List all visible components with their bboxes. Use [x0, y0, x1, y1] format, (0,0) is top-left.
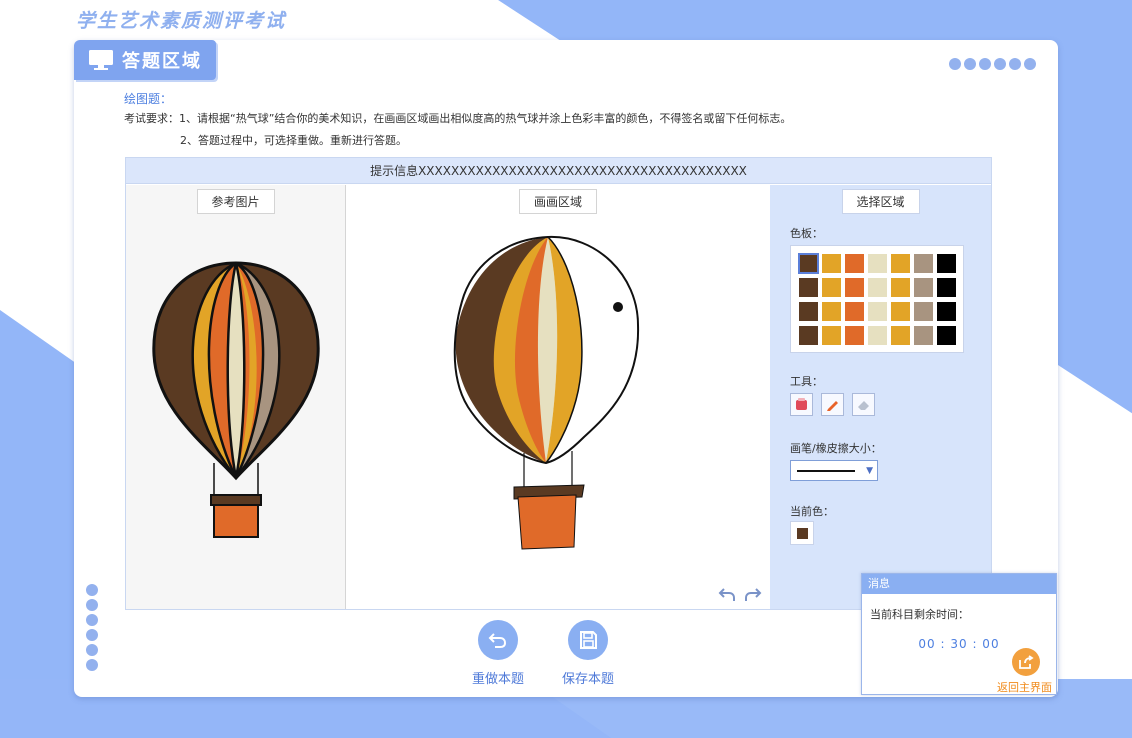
palette-swatch[interactable] — [822, 326, 841, 345]
palette-swatch[interactable] — [914, 254, 933, 273]
save-disk-icon — [580, 631, 598, 649]
dot-icon — [964, 58, 976, 70]
palette-swatch[interactable] — [798, 253, 819, 274]
palette-swatch[interactable] — [891, 302, 910, 321]
redo-icon[interactable] — [744, 585, 762, 603]
eraser-icon — [858, 401, 869, 410]
pencil-icon — [827, 401, 838, 411]
palette-swatch[interactable] — [937, 278, 956, 297]
palette-swatch[interactable] — [868, 302, 887, 321]
action-group: 重做本题 保存本题 — [472, 620, 614, 687]
redo-question-button[interactable]: 重做本题 — [472, 620, 524, 687]
app-title: 学生艺术素质测评考试 — [76, 10, 287, 32]
palette-swatch[interactable] — [868, 326, 887, 345]
current-color-swatch — [790, 521, 814, 545]
current-color-label: 当前色： — [790, 505, 834, 518]
palette-swatch[interactable] — [891, 278, 910, 297]
reference-label: 参考图片 — [196, 189, 275, 214]
section-title: 答题区域 — [122, 51, 202, 72]
brush-size-label: 画笔/橡皮擦大小： — [790, 442, 882, 455]
fill-bucket-icon — [796, 398, 807, 410]
redo-circle — [478, 620, 518, 660]
palette-swatch[interactable] — [799, 326, 818, 345]
message-panel: 消息 当前科目剩余时间： 00 : 30 : 00 返回主界面 — [861, 573, 1057, 695]
palette-swatch[interactable] — [845, 302, 864, 321]
palette-swatch[interactable] — [937, 302, 956, 321]
dot-icon — [86, 584, 98, 596]
drawing-canvas[interactable]: 画画区域 — [346, 185, 770, 609]
palette-swatch[interactable] — [822, 302, 841, 321]
return-home-label[interactable]: 返回主界面 — [997, 679, 1052, 695]
brush-size-select[interactable]: ▼ — [790, 460, 878, 481]
palette-label: 色板： — [790, 227, 823, 240]
question-requirement-2: 2、答题过程中，可选择重做。重新进行答题。 — [180, 134, 407, 147]
chevron-down-icon: ▼ — [866, 465, 873, 476]
dot-icon — [86, 599, 98, 611]
palette-swatch[interactable] — [914, 302, 933, 321]
brush-size-preview — [797, 469, 855, 472]
current-color-fill — [796, 527, 808, 539]
dot-icon — [949, 58, 961, 70]
save-question-label: 保存本题 — [562, 672, 615, 687]
undo-redo-group — [718, 585, 762, 603]
color-palette — [790, 245, 964, 353]
undo-icon[interactable] — [718, 585, 736, 603]
dot-icon — [994, 58, 1006, 70]
redo-question-label: 重做本题 — [472, 672, 525, 687]
palette-swatch[interactable] — [845, 326, 864, 345]
palette-swatch[interactable] — [914, 278, 933, 297]
fill-bucket-tool[interactable] — [790, 393, 813, 416]
drawn-balloon — [453, 235, 640, 550]
palette-swatch[interactable] — [891, 254, 910, 273]
select-label: 选择区域 — [841, 189, 920, 214]
dot-icon — [86, 644, 98, 656]
share-exit-icon — [1019, 655, 1034, 669]
question-title: 绘图题： — [124, 92, 173, 106]
draw-label: 画画区域 — [518, 189, 598, 214]
palette-swatch[interactable] — [845, 278, 864, 297]
dot-icon — [86, 629, 98, 641]
dot-icon — [1009, 58, 1021, 70]
remaining-time-label: 当前科目剩余时间： — [870, 608, 969, 621]
palette-swatch[interactable] — [822, 278, 841, 297]
palette-swatch[interactable] — [799, 278, 818, 297]
palette-swatch[interactable] — [868, 278, 887, 297]
save-circle — [568, 620, 609, 660]
undo-arrow-icon — [488, 633, 507, 648]
palette-swatch[interactable] — [868, 254, 887, 273]
palette-swatch[interactable] — [937, 326, 956, 345]
workspace: 提示信息XXXXXXXXXXXXXXXXXXXXXXXXXXXXXXXXXXXX… — [125, 157, 992, 610]
hint-bar: 提示信息XXXXXXXXXXXXXXXXXXXXXXXXXXXXXXXXXXXX… — [126, 158, 991, 184]
palette-swatch[interactable] — [914, 326, 933, 345]
save-question-button[interactable]: 保存本题 — [562, 620, 614, 687]
palette-swatch[interactable] — [799, 302, 818, 321]
reference-balloon-image — [152, 261, 320, 538]
palette-swatch[interactable] — [891, 326, 910, 345]
pencil-tool[interactable] — [821, 393, 844, 416]
section-tag: 答题区域 — [74, 40, 216, 80]
dot-icon — [1024, 58, 1036, 70]
palette-swatch[interactable] — [822, 254, 841, 273]
dot-icon — [979, 58, 991, 70]
reference-panel: 参考图片 — [126, 185, 346, 609]
eraser-tool[interactable] — [852, 393, 875, 416]
decorative-dots-top — [949, 58, 1036, 70]
decorative-dots-left — [86, 584, 98, 671]
monitor-icon — [89, 50, 113, 70]
palette-swatch[interactable] — [845, 254, 864, 273]
dot-icon — [86, 659, 98, 671]
dot-icon — [86, 614, 98, 626]
message-header: 消息 — [862, 574, 1056, 594]
question-requirement-1: 考试要求：1、请根据“热气球”结合你的美术知识，在画画区域画出相似度高的热气球并… — [124, 112, 792, 125]
palette-swatch[interactable] — [937, 254, 956, 273]
return-home-button[interactable] — [1012, 648, 1040, 676]
select-panel: 选择区域 色板： 工具： 画笔/橡皮擦大小： ▼ 当前色： — [770, 185, 991, 609]
tools-label: 工具： — [790, 375, 823, 388]
tool-group — [790, 393, 875, 416]
